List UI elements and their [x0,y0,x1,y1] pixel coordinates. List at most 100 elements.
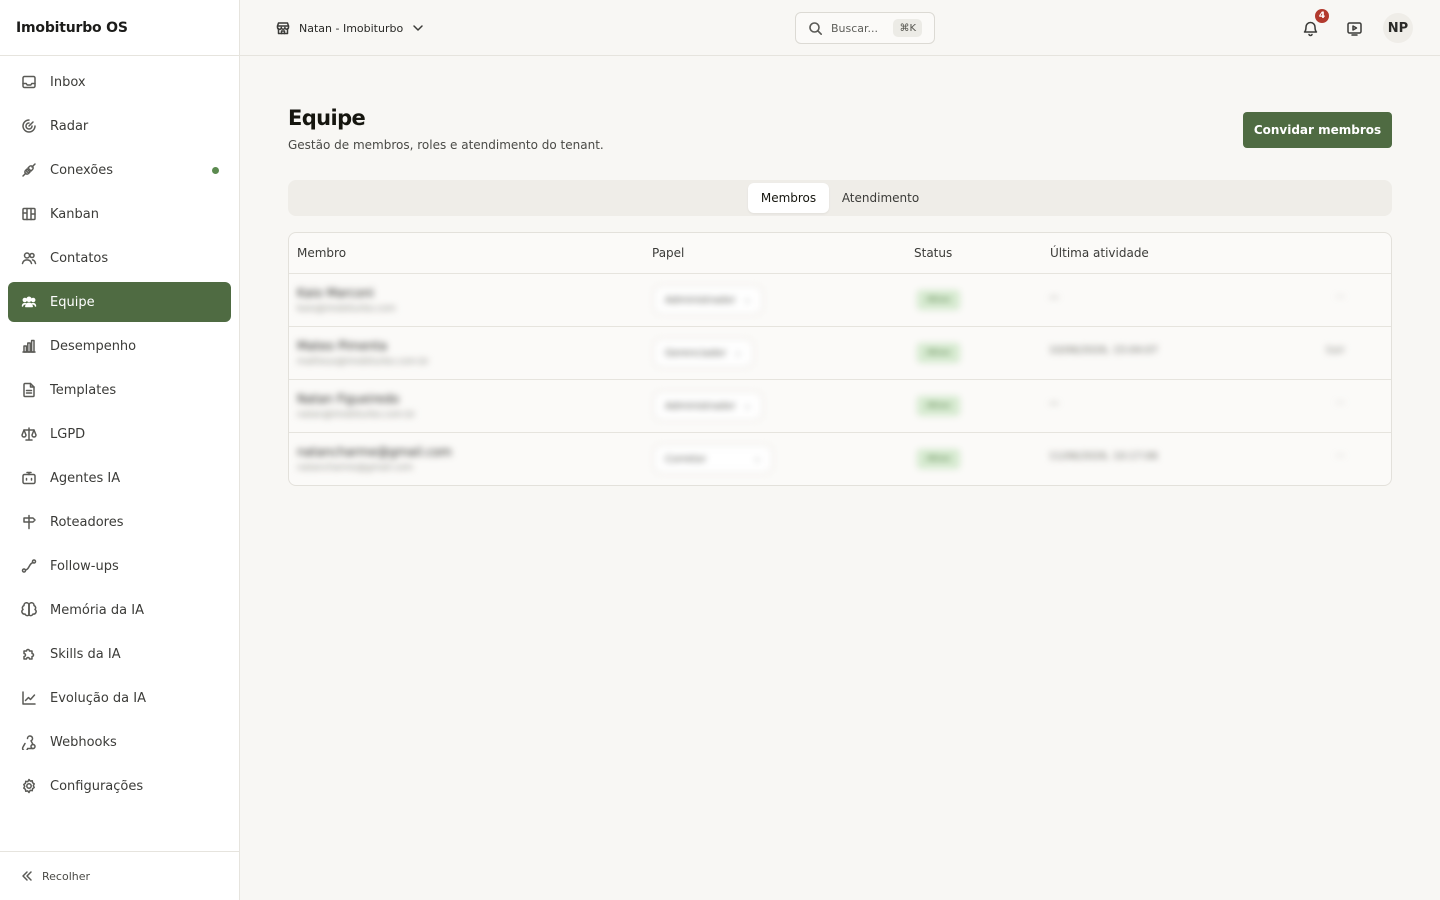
collapse-sidebar-button[interactable]: Recolher [0,851,239,900]
sidebar-item-lgpd[interactable]: LGPD [8,414,231,454]
trend-icon [20,689,38,707]
chevron-down-icon [413,25,423,31]
invite-members-button[interactable]: Convidar membros [1243,112,1392,148]
last-activity: 11/06/2026, 10:17:06 [1049,451,1158,462]
sidebar-item-radar[interactable]: Radar [8,106,231,146]
member-email: natan@imobiturbo.com.br [297,410,416,420]
contacts-icon [20,249,38,267]
chevron-down-icon: ⌄ [753,454,761,464]
media-button[interactable] [1344,18,1364,38]
role-value: Gerenciador [665,347,727,359]
sidebar-item-label: Kanban [50,206,99,222]
member-name: natancharme@gmail.com [297,445,452,459]
sidebar-item-kanban[interactable]: Kanban [8,194,231,234]
table-row: Kaio Marconi kaio@imobiturbo.com Adminis… [289,274,1391,327]
tab-membros[interactable]: Membros [748,183,829,213]
inbox-icon [20,73,38,91]
play-screen-icon [1346,21,1362,36]
status-badge: Ativo [917,396,960,416]
sidebar-item-label: Webhooks [50,734,117,750]
sidebar-item-roteadores[interactable]: Roteadores [8,502,231,542]
sidebar-item-memoria-ia[interactable]: Memória da IA [8,590,231,630]
sidebar-item-agentes-ia[interactable]: Agentes IA [8,458,231,498]
bar-chart-icon [20,337,38,355]
member-email: kaio@imobiturbo.com [297,304,396,314]
row-action[interactable]: ··· [1335,398,1345,409]
role-select[interactable]: Corretor ⌄ [654,445,772,473]
status-badge: Ativo [917,449,960,469]
brain-icon [20,601,38,619]
row-action[interactable]: Sair [1326,345,1345,356]
member-email: matheus@imobiturbo.com.br [297,357,429,367]
row-action[interactable]: ··· [1335,292,1345,303]
sidebar-item-skills-ia[interactable]: Skills da IA [8,634,231,674]
sidebar-item-conexoes[interactable]: Conexões [8,150,231,190]
row-action[interactable]: ··· [1335,451,1345,462]
collapse-label: Recolher [42,869,91,883]
role-value: Administrador [665,294,736,306]
column-header-ultima-atividade: Última atividade [1050,246,1149,260]
last-activity: — [1049,292,1059,303]
member-email: natancharme@gmail.com [297,463,414,473]
sidebar-item-label: Configurações [50,778,144,794]
status-badge: Ativo [917,290,960,310]
tab-atendimento[interactable]: Atendimento [831,183,930,213]
chevron-down-icon: ⌄ [743,401,752,411]
webhook-icon [20,733,38,751]
sidebar-item-configuracoes[interactable]: Configurações [8,766,231,806]
sidebar-item-label: Templates [50,382,117,398]
plug-icon [20,161,38,179]
connection-status-dot [212,167,219,174]
role-value: Corretor [665,453,707,465]
sidebar-item-evolucao-ia[interactable]: Evolução da IA [8,678,231,718]
members-table: Membro Papel Status Última atividade Kai… [288,232,1392,486]
sidebar-item-label: Roteadores [50,514,124,530]
tab-bar: Membros Atendimento [288,180,1392,216]
search-shortcut: ⌘K [893,19,922,37]
column-header-status: Status [914,246,953,260]
radar-icon [20,117,38,135]
sidebar-nav: Inbox Radar Conexões Kanban Contatos Equ… [0,56,239,816]
role-value: Administrador [665,400,736,412]
sidebar-item-templates[interactable]: Templates [8,370,231,410]
kanban-icon [20,205,38,223]
search-input[interactable]: Buscar... ⌘K [795,12,935,44]
sidebar-item-label: Contatos [50,250,109,266]
sidebar-item-follow-ups[interactable]: Follow-ups [8,546,231,586]
workspace-name: Natan - Imobiturbo [299,21,404,35]
team-icon [20,293,38,311]
role-select[interactable]: Gerenciador ⌄ [654,339,753,367]
last-activity: 10/06/2026, 15:04:07 [1049,345,1158,356]
role-select[interactable]: Administrador ⌄ [654,392,763,420]
top-header: Natan - Imobiturbo Buscar... ⌘K [240,0,1440,56]
app-title: Imobiturbo OS [0,0,239,56]
route-icon [20,557,38,575]
sidebar-item-webhooks[interactable]: Webhooks [8,722,231,762]
chevron-down-icon: ⌄ [743,295,752,305]
page-subtitle: Gestão de membros, roles e atendimento d… [288,138,604,152]
sidebar-item-label: Conexões [50,162,114,178]
table-header: Membro Papel Status Última atividade [289,233,1391,274]
sidebar-item-equipe[interactable]: Equipe [8,282,231,322]
sidebar-item-desempenho[interactable]: Desempenho [8,326,231,366]
sidebar-item-contatos[interactable]: Contatos [8,238,231,278]
last-activity: — [1049,398,1059,409]
status-badge: Ativo [917,343,960,363]
table-row: Mateo Pimenta matheus@imobiturbo.com.br … [289,327,1391,380]
role-select[interactable]: Administrador ⌄ [654,286,763,314]
scale-icon [20,425,38,443]
column-header-membro: Membro [297,246,347,260]
file-text-icon [20,381,38,399]
puzzle-icon [20,645,38,663]
sidebar-item-label: Evolução da IA [50,690,146,706]
table-row: Natan Figueiredo natan@imobiturbo.com.br… [289,380,1391,433]
sidebar-item-label: Desempenho [50,338,137,354]
sidebar-item-inbox[interactable]: Inbox [8,62,231,102]
workspace-switcher[interactable]: Natan - Imobiturbo [276,16,425,40]
sidebar-item-label: Equipe [50,294,95,310]
avatar[interactable]: NP [1383,13,1413,43]
signpost-icon [20,513,38,531]
bot-icon [20,469,38,487]
member-name: Natan Figueiredo [297,392,400,406]
gear-icon [20,777,38,795]
